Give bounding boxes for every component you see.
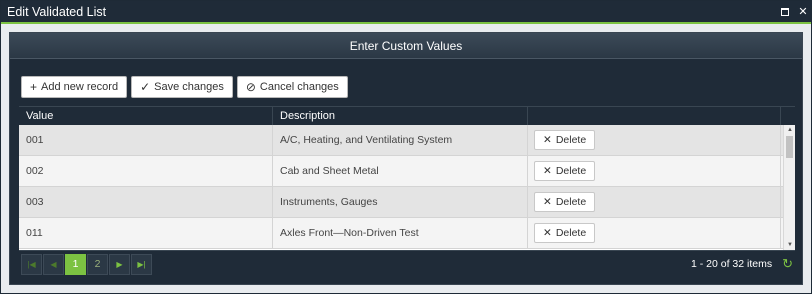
delete-label: Delete xyxy=(555,134,587,146)
cell-actions: ✕ Delete xyxy=(528,156,781,186)
first-page-icon[interactable]: |◀ xyxy=(21,253,42,275)
table-row[interactable]: 002 Cab and Sheet Metal ✕ Delete xyxy=(19,156,795,187)
pager-info: 1 - 20 of 32 items xyxy=(690,258,773,270)
column-header-description[interactable]: Description xyxy=(273,107,528,125)
cell-value[interactable]: 002 xyxy=(19,156,273,186)
panel-header: Enter Custom Values xyxy=(10,33,802,59)
last-page-icon[interactable]: ▶| xyxy=(131,253,152,275)
grid-body: 001 A/C, Heating, and Ventilating System… xyxy=(19,125,795,250)
vertical-scrollbar[interactable]: ▲ ▼ xyxy=(783,125,795,250)
cell-actions: ✕ Delete xyxy=(528,218,781,248)
x-icon: ✕ xyxy=(543,165,552,177)
maximize-icon[interactable] xyxy=(781,7,789,16)
delete-button[interactable]: ✕ Delete xyxy=(534,130,596,150)
x-icon: ✕ xyxy=(543,227,552,239)
add-new-record-label: Add new record xyxy=(41,81,119,93)
cell-description[interactable]: Cab and Sheet Metal xyxy=(273,156,528,186)
delete-label: Delete xyxy=(555,196,587,208)
next-page-icon[interactable]: ▶ xyxy=(109,253,130,275)
table-row[interactable]: 001 A/C, Heating, and Ventilating System… xyxy=(19,125,795,156)
previous-page-icon[interactable]: ◀ xyxy=(43,253,64,275)
check-icon: ✓ xyxy=(140,80,151,94)
table-row[interactable]: 003 Instruments, Gauges ✕ Delete xyxy=(19,187,795,218)
dialog-titlebar: Edit Validated List ✕ xyxy=(1,1,811,24)
save-changes-label: Save changes xyxy=(154,81,224,93)
x-icon: ✕ xyxy=(543,196,552,208)
custom-values-panel: Enter Custom Values + Add new record ✓ S… xyxy=(9,32,803,285)
dialog-title: Edit Validated List xyxy=(7,4,107,19)
cell-actions: ✕ Delete xyxy=(528,125,781,155)
plus-icon: + xyxy=(30,80,38,94)
cell-description[interactable]: A/C, Heating, and Ventilating System xyxy=(273,125,528,155)
cell-value[interactable]: 011 xyxy=(19,218,273,248)
x-icon: ✕ xyxy=(543,134,552,146)
grid-pager: |◀ ◀ 1 2 ▶ ▶| 1 - 20 of 32 items ↻ xyxy=(19,250,795,277)
cell-value[interactable]: 003 xyxy=(19,187,273,217)
scrollbar-thumb[interactable] xyxy=(786,136,793,158)
refresh-icon[interactable]: ↻ xyxy=(782,256,793,272)
column-header-actions xyxy=(528,107,781,125)
cell-value[interactable]: 001 xyxy=(19,125,273,155)
column-header-value[interactable]: Value xyxy=(19,107,273,125)
cancel-changes-label: Cancel changes xyxy=(259,81,339,93)
delete-label: Delete xyxy=(555,165,587,177)
page-button-1[interactable]: 1 xyxy=(65,253,86,275)
cell-description[interactable]: Axles Front—Non-Driven Test xyxy=(273,218,528,248)
cell-actions: ✕ Delete xyxy=(528,187,781,217)
grid-header: Value Description xyxy=(19,106,795,125)
add-new-record-button[interactable]: + Add new record xyxy=(21,76,128,98)
cancel-icon: ⊘ xyxy=(245,80,256,94)
delete-button[interactable]: ✕ Delete xyxy=(534,161,596,181)
delete-label: Delete xyxy=(555,227,587,239)
delete-button[interactable]: ✕ Delete xyxy=(534,192,596,212)
delete-button[interactable]: ✕ Delete xyxy=(534,223,596,243)
close-icon[interactable]: ✕ xyxy=(795,5,811,18)
scroll-down-icon[interactable]: ▼ xyxy=(784,240,795,250)
grid-toolbar: + Add new record ✓ Save changes ⊘ Cancel… xyxy=(19,69,795,106)
cell-description[interactable]: Instruments, Gauges xyxy=(273,187,528,217)
scroll-up-icon[interactable]: ▲ xyxy=(784,125,795,135)
save-changes-button[interactable]: ✓ Save changes xyxy=(131,76,233,98)
page-button-2[interactable]: 2 xyxy=(87,253,108,275)
edit-validated-list-dialog: Edit Validated List ✕ Enter Custom Value… xyxy=(0,0,812,294)
table-row[interactable]: 011 Axles Front—Non-Driven Test ✕ Delete xyxy=(19,218,795,249)
values-grid: + Add new record ✓ Save changes ⊘ Cancel… xyxy=(19,69,795,277)
cancel-changes-button[interactable]: ⊘ Cancel changes xyxy=(236,76,348,98)
